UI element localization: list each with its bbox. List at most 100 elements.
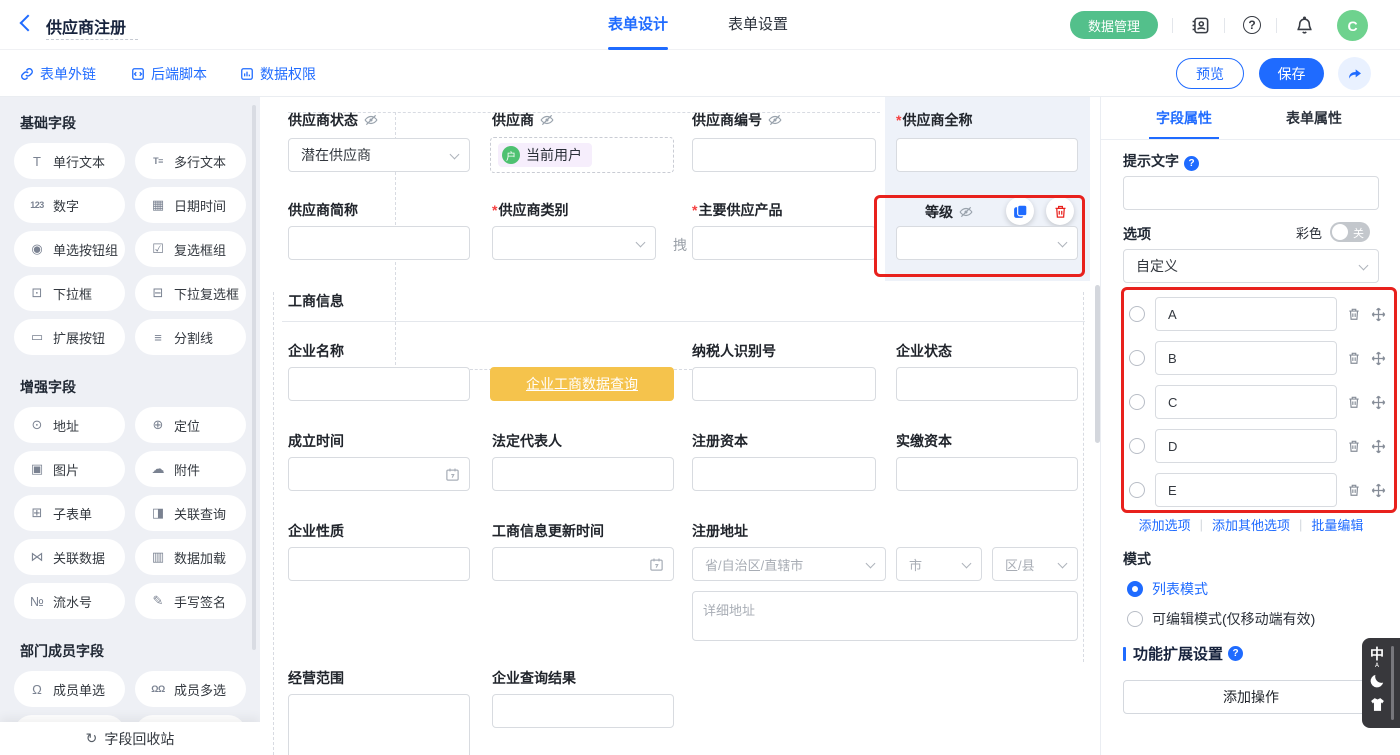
option-radio[interactable]: [1129, 350, 1145, 366]
option-radio[interactable]: [1129, 438, 1145, 454]
drag-option-handle[interactable]: [1371, 351, 1386, 366]
delete-option-button[interactable]: [1347, 307, 1361, 321]
field-type-dropdown[interactable]: ⊡下拉框: [14, 275, 125, 311]
option-value-input[interactable]: E: [1155, 473, 1337, 507]
supplier-status-select[interactable]: 潜在供应商: [288, 138, 470, 172]
data-manage-button[interactable]: 数据管理: [1070, 11, 1158, 39]
tab-form-design[interactable]: 表单设计: [608, 0, 668, 50]
batch-edit-link[interactable]: 批量编辑: [1311, 515, 1363, 534]
field-type-subform[interactable]: ⊞子表单: [14, 495, 125, 531]
drag-option-handle[interactable]: [1371, 395, 1386, 410]
field-type-related-data[interactable]: ⋈关联数据: [14, 539, 125, 575]
sidebar-scrollbar[interactable]: [252, 105, 256, 650]
delete-field-button[interactable]: [1046, 197, 1074, 225]
add-action-button[interactable]: 添加操作: [1123, 680, 1379, 714]
mode-list-radio[interactable]: 列表模式: [1127, 579, 1208, 599]
drag-option-handle[interactable]: [1371, 307, 1386, 322]
option-value-input[interactable]: C: [1155, 385, 1337, 419]
field-type-member-multi[interactable]: ΩΩ成员多选: [135, 671, 246, 707]
add-other-option-link[interactable]: 添加其他选项: [1212, 515, 1290, 534]
copy-field-button[interactable]: [1006, 197, 1034, 225]
detail-address-textarea[interactable]: 详细地址: [692, 591, 1078, 641]
province-select[interactable]: 省/自治区/直辖市: [692, 547, 886, 581]
business-data-query-button[interactable]: 企业工商数据查询: [490, 367, 674, 401]
delete-option-button[interactable]: [1347, 351, 1361, 365]
canvas-scrollbar[interactable]: [1095, 285, 1100, 443]
color-toggle[interactable]: 关: [1330, 222, 1370, 242]
tab-form-settings[interactable]: 表单设置: [728, 0, 788, 50]
field-type-address[interactable]: ⊙地址: [14, 407, 125, 443]
notification-bell-icon[interactable]: [1292, 13, 1316, 37]
dark-mode-moon-icon[interactable]: [1362, 672, 1392, 694]
option-radio[interactable]: [1129, 482, 1145, 498]
reg-capital-input[interactable]: [692, 457, 876, 491]
supplier-short-input[interactable]: [288, 226, 470, 260]
drag-option-handle[interactable]: [1371, 439, 1386, 454]
delete-option-button[interactable]: [1347, 439, 1361, 453]
add-option-link[interactable]: 添加选项: [1139, 515, 1191, 534]
help-icon[interactable]: ?: [1228, 646, 1243, 661]
field-type-divider[interactable]: ≡分割线: [135, 319, 246, 355]
field-type-serial-number[interactable]: №流水号: [14, 583, 125, 619]
supplier-field-box[interactable]: 户 当前用户: [490, 137, 674, 173]
tab-field-properties[interactable]: 字段属性: [1156, 97, 1212, 139]
supplier-full-name-input[interactable]: [896, 138, 1078, 172]
theme-shirt-icon[interactable]: [1362, 696, 1392, 718]
field-type-single-line-text[interactable]: T单行文本: [14, 143, 125, 179]
tab-form-properties[interactable]: 表单属性: [1286, 97, 1342, 139]
field-type-related-query[interactable]: ◨关联查询: [135, 495, 246, 531]
option-value-input[interactable]: B: [1155, 341, 1337, 375]
option-radio[interactable]: [1129, 394, 1145, 410]
hint-text-input[interactable]: [1123, 176, 1379, 210]
paid-capital-input[interactable]: [896, 457, 1078, 491]
tax-id-input[interactable]: [692, 367, 876, 401]
field-type-checkbox-group[interactable]: ☑复选框组: [135, 231, 246, 267]
option-radio[interactable]: [1129, 306, 1145, 322]
avatar[interactable]: C: [1337, 10, 1368, 41]
option-value-input[interactable]: D: [1155, 429, 1337, 463]
mode-editable-radio[interactable]: 可编辑模式(仅移动端有效): [1127, 609, 1315, 629]
backend-script-link[interactable]: 后端脚本: [131, 64, 207, 84]
option-value-input[interactable]: A: [1155, 297, 1337, 331]
established-date-input[interactable]: [288, 457, 470, 491]
field-type-number[interactable]: 123数字: [14, 187, 125, 223]
field-type-signature[interactable]: ✎手写签名: [135, 583, 246, 619]
supplier-no-input[interactable]: [692, 138, 876, 172]
contact-book-icon[interactable]: [1188, 13, 1212, 37]
data-permission-link[interactable]: 数据权限: [240, 64, 316, 84]
field-type-radio-group[interactable]: ◉单选按钮组: [14, 231, 125, 267]
company-nature-input[interactable]: [288, 547, 470, 581]
grade-select[interactable]: [896, 226, 1078, 260]
field-type-data-load[interactable]: ▥数据加载: [135, 539, 246, 575]
field-type-multi-line-text[interactable]: T≡多行文本: [135, 143, 246, 179]
field-type-attachment[interactable]: ☁附件: [135, 451, 246, 487]
city-select[interactable]: 市: [896, 547, 982, 581]
field-type-multi-dropdown[interactable]: ⊟下拉复选框: [135, 275, 246, 311]
supplier-category-select[interactable]: [492, 226, 656, 260]
delete-option-button[interactable]: [1347, 483, 1361, 497]
preview-button[interactable]: 预览: [1176, 58, 1244, 89]
company-status-input[interactable]: [896, 367, 1078, 401]
field-type-datetime[interactable]: ▦日期时间: [135, 187, 246, 223]
help-icon[interactable]: ?: [1184, 156, 1199, 171]
back-icon[interactable]: [20, 15, 37, 32]
field-type-member-single[interactable]: Ω成员单选: [14, 671, 125, 707]
drag-option-handle[interactable]: [1371, 483, 1386, 498]
query-result-input[interactable]: [492, 694, 674, 728]
delete-option-button[interactable]: [1347, 395, 1361, 409]
option-source-select[interactable]: 自定义: [1123, 249, 1379, 283]
save-button[interactable]: 保存: [1259, 58, 1324, 89]
field-type-location[interactable]: ⊕定位: [135, 407, 246, 443]
info-update-time-input[interactable]: [492, 547, 674, 581]
legal-rep-input[interactable]: [492, 457, 674, 491]
main-products-input[interactable]: [692, 226, 876, 260]
form-external-link[interactable]: 表单外链: [20, 64, 96, 84]
field-type-extend-button[interactable]: ▭扩展按钮: [14, 319, 125, 355]
company-name-input[interactable]: [288, 367, 470, 401]
district-select[interactable]: 区/县: [992, 547, 1078, 581]
field-recycle-bin[interactable]: ↻ 字段回收站: [0, 722, 260, 755]
share-button[interactable]: [1338, 57, 1371, 90]
help-icon[interactable]: ?: [1240, 13, 1264, 37]
business-scope-textarea[interactable]: [288, 694, 470, 755]
field-type-image[interactable]: ▣图片: [14, 451, 125, 487]
